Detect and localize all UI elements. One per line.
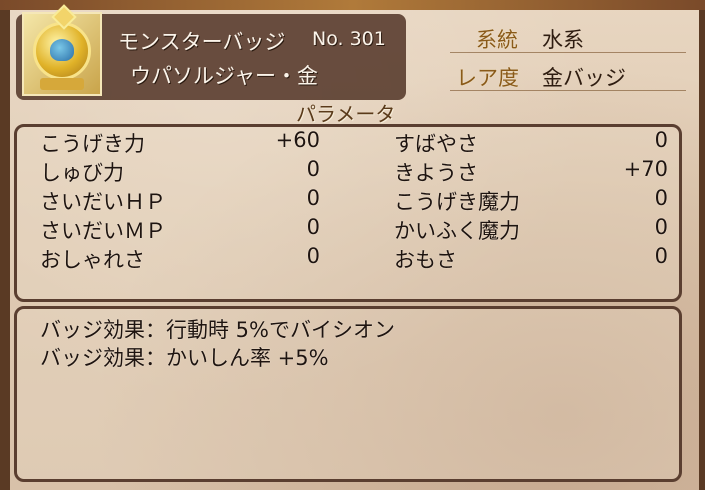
stat-value: 0 xyxy=(654,215,668,239)
stat-name: こうげき魔力 xyxy=(394,190,520,214)
stat-name: おしゃれさ xyxy=(40,248,145,272)
badge-category: モンスターバッジ xyxy=(118,30,286,54)
badge-effect: バッジ効果：かいしん率 +5% xyxy=(40,346,329,370)
stat-name: こうげき力 xyxy=(40,132,145,156)
badge-icon xyxy=(22,4,102,96)
badge-effect: バッジ効果：行動時 5%でバイシオン xyxy=(40,318,395,342)
badge-medal xyxy=(33,22,91,80)
stat-name: すばやさ xyxy=(394,132,478,156)
rarity-divider xyxy=(450,90,686,91)
badge-number: No. 301 xyxy=(312,28,386,50)
stat-value: 0 xyxy=(654,186,668,210)
stat-name: おもさ xyxy=(394,248,457,272)
type-divider xyxy=(450,52,686,53)
badge-name: ウパソルジャー・金 xyxy=(130,64,318,88)
window-top-border xyxy=(0,0,705,10)
stat-name: しゅび力 xyxy=(40,161,124,185)
stat-value: +70 xyxy=(623,157,668,181)
parameters-title: パラメータ xyxy=(296,102,396,126)
monster-portrait-icon xyxy=(50,39,74,61)
stat-value: 0 xyxy=(306,215,320,239)
type-value: 水系 xyxy=(542,28,584,52)
stat-value: 0 xyxy=(306,244,320,268)
type-label: 系統 xyxy=(476,28,518,52)
stat-name: さいだいＨＰ xyxy=(40,190,166,214)
stat-value: 0 xyxy=(306,186,320,210)
stat-value: 0 xyxy=(654,128,668,152)
stat-value: 0 xyxy=(306,157,320,181)
stat-name: かいふく魔力 xyxy=(394,219,520,243)
stat-value: +60 xyxy=(275,128,320,152)
stat-name: きようさ xyxy=(394,161,478,185)
badge-ribbon-icon xyxy=(40,78,84,90)
rarity-label: レア度 xyxy=(456,66,519,90)
rarity-value: 金バッジ xyxy=(542,66,626,90)
stat-name: さいだいＭＰ xyxy=(40,219,166,243)
stat-value: 0 xyxy=(654,244,668,268)
